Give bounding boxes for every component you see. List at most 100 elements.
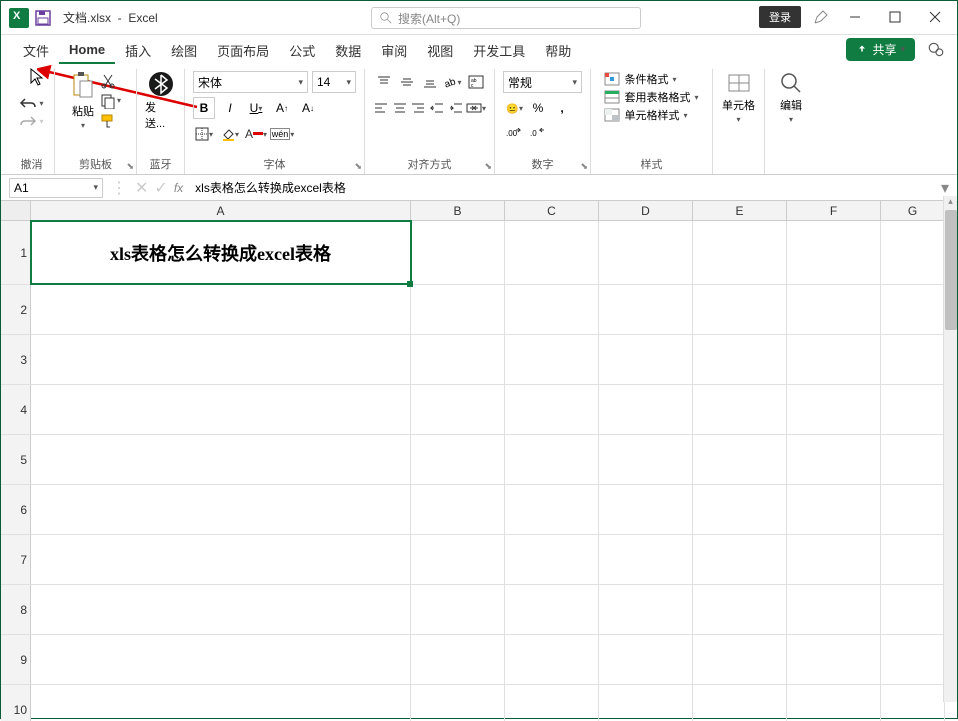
login-button[interactable]: 登录: [759, 6, 801, 28]
share-button[interactable]: 共享 ▾: [846, 38, 915, 61]
formula-input[interactable]: xls表格怎么转换成excel表格: [191, 179, 933, 196]
tab-formula[interactable]: 公式: [279, 36, 325, 65]
row-header-10[interactable]: 10: [1, 685, 31, 721]
select-all-corner[interactable]: [1, 201, 31, 220]
number-format-select[interactable]: 常规▾: [503, 71, 582, 93]
col-header-D[interactable]: D: [599, 201, 693, 220]
cell-E2[interactable]: [693, 285, 787, 334]
font-launcher[interactable]: ⬊: [354, 161, 362, 172]
cell-E4[interactable]: [693, 385, 787, 434]
name-box[interactable]: A1▾: [9, 178, 103, 198]
fill-color-button[interactable]: ▾: [219, 123, 241, 145]
cell-B6[interactable]: [411, 485, 505, 534]
cell-G8[interactable]: [881, 585, 945, 634]
row-header-5[interactable]: 5: [1, 435, 31, 484]
cell-D7[interactable]: [599, 535, 693, 584]
cell-B5[interactable]: [411, 435, 505, 484]
increase-font-button[interactable]: A↑: [271, 97, 293, 119]
row-header-2[interactable]: 2: [1, 285, 31, 334]
cancel-formula-button[interactable]: ✕: [135, 178, 148, 198]
cell-G3[interactable]: [881, 335, 945, 384]
cell-B7[interactable]: [411, 535, 505, 584]
cell-D5[interactable]: [599, 435, 693, 484]
row-header-6[interactable]: 6: [1, 485, 31, 534]
cell-E10[interactable]: [693, 685, 787, 721]
cell-A7[interactable]: [31, 535, 411, 584]
bluetooth-send-button[interactable]: 发送...: [145, 71, 176, 131]
wrap-text-button[interactable]: abc: [465, 71, 486, 93]
align-top-button[interactable]: [373, 71, 394, 93]
cell-G9[interactable]: [881, 635, 945, 684]
tab-review[interactable]: 审阅: [371, 36, 417, 65]
cell-F3[interactable]: [787, 335, 881, 384]
cell-G7[interactable]: [881, 535, 945, 584]
col-header-A[interactable]: A: [31, 201, 411, 220]
cell-styles-button[interactable]: 单元格样式▾: [604, 107, 698, 123]
cell-A4[interactable]: [31, 385, 411, 434]
italic-button[interactable]: I: [219, 97, 241, 119]
cell-F7[interactable]: [787, 535, 881, 584]
tab-insert[interactable]: 插入: [115, 36, 161, 65]
tab-help[interactable]: 帮助: [535, 36, 581, 65]
cell-A2[interactable]: [31, 285, 411, 334]
accounting-format-button[interactable]: 😐▾: [503, 97, 525, 119]
cell-C2[interactable]: [505, 285, 599, 334]
decrease-decimal-button[interactable]: .0: [527, 123, 549, 145]
cell-A3[interactable]: [31, 335, 411, 384]
cell-A5[interactable]: [31, 435, 411, 484]
cell-C1[interactable]: [505, 221, 599, 284]
merge-center-button[interactable]: ▾: [466, 97, 486, 119]
format-table-button[interactable]: 套用表格格式▾: [604, 89, 698, 105]
cell-G6[interactable]: [881, 485, 945, 534]
cell-E9[interactable]: [693, 635, 787, 684]
bold-button[interactable]: B: [193, 97, 215, 119]
cell-B9[interactable]: [411, 635, 505, 684]
comma-button[interactable]: ,: [551, 97, 573, 119]
cell-G5[interactable]: [881, 435, 945, 484]
cell-D1[interactable]: [599, 221, 693, 284]
undo-button[interactable]: ▾: [19, 97, 43, 111]
cells-button[interactable]: 单元格▾: [722, 71, 755, 124]
cell-E3[interactable]: [693, 335, 787, 384]
align-left-button[interactable]: [373, 97, 390, 119]
tab-dev[interactable]: 开发工具: [463, 36, 535, 65]
cell-F6[interactable]: [787, 485, 881, 534]
cell-E5[interactable]: [693, 435, 787, 484]
cell-B8[interactable]: [411, 585, 505, 634]
border-button[interactable]: ▾: [193, 123, 215, 145]
tab-file[interactable]: 文件: [13, 36, 59, 65]
decrease-indent-button[interactable]: [429, 97, 446, 119]
cell-F1[interactable]: [787, 221, 881, 284]
editing-button[interactable]: 编辑▾: [779, 71, 803, 124]
cell-A9[interactable]: [31, 635, 411, 684]
cell-F10[interactable]: [787, 685, 881, 721]
col-header-C[interactable]: C: [505, 201, 599, 220]
number-launcher[interactable]: ⬊: [580, 161, 588, 172]
col-header-F[interactable]: F: [787, 201, 881, 220]
cell-F5[interactable]: [787, 435, 881, 484]
row-header-1[interactable]: 1: [1, 221, 31, 284]
fx-button[interactable]: fx: [174, 181, 183, 195]
cell-D4[interactable]: [599, 385, 693, 434]
font-name-select[interactable]: 宋体▾: [193, 71, 308, 93]
cell-A8[interactable]: [31, 585, 411, 634]
cell-G4[interactable]: [881, 385, 945, 434]
maximize-button[interactable]: [881, 5, 909, 29]
minimize-button[interactable]: [841, 5, 869, 29]
cell-G1[interactable]: [881, 221, 945, 284]
percent-button[interactable]: %: [527, 97, 549, 119]
accept-formula-button[interactable]: ✓: [154, 178, 167, 198]
redo-button[interactable]: ▾: [19, 115, 43, 129]
cell-B4[interactable]: [411, 385, 505, 434]
format-painter-icon[interactable]: [100, 113, 118, 129]
cell-C6[interactable]: [505, 485, 599, 534]
cell-D3[interactable]: [599, 335, 693, 384]
cell-C5[interactable]: [505, 435, 599, 484]
increase-decimal-button[interactable]: .00: [503, 123, 525, 145]
copy-button[interactable]: ▾: [100, 93, 121, 109]
cell-B3[interactable]: [411, 335, 505, 384]
cell-E6[interactable]: [693, 485, 787, 534]
increase-indent-button[interactable]: [447, 97, 464, 119]
col-header-B[interactable]: B: [411, 201, 505, 220]
tab-home[interactable]: Home: [59, 37, 115, 64]
